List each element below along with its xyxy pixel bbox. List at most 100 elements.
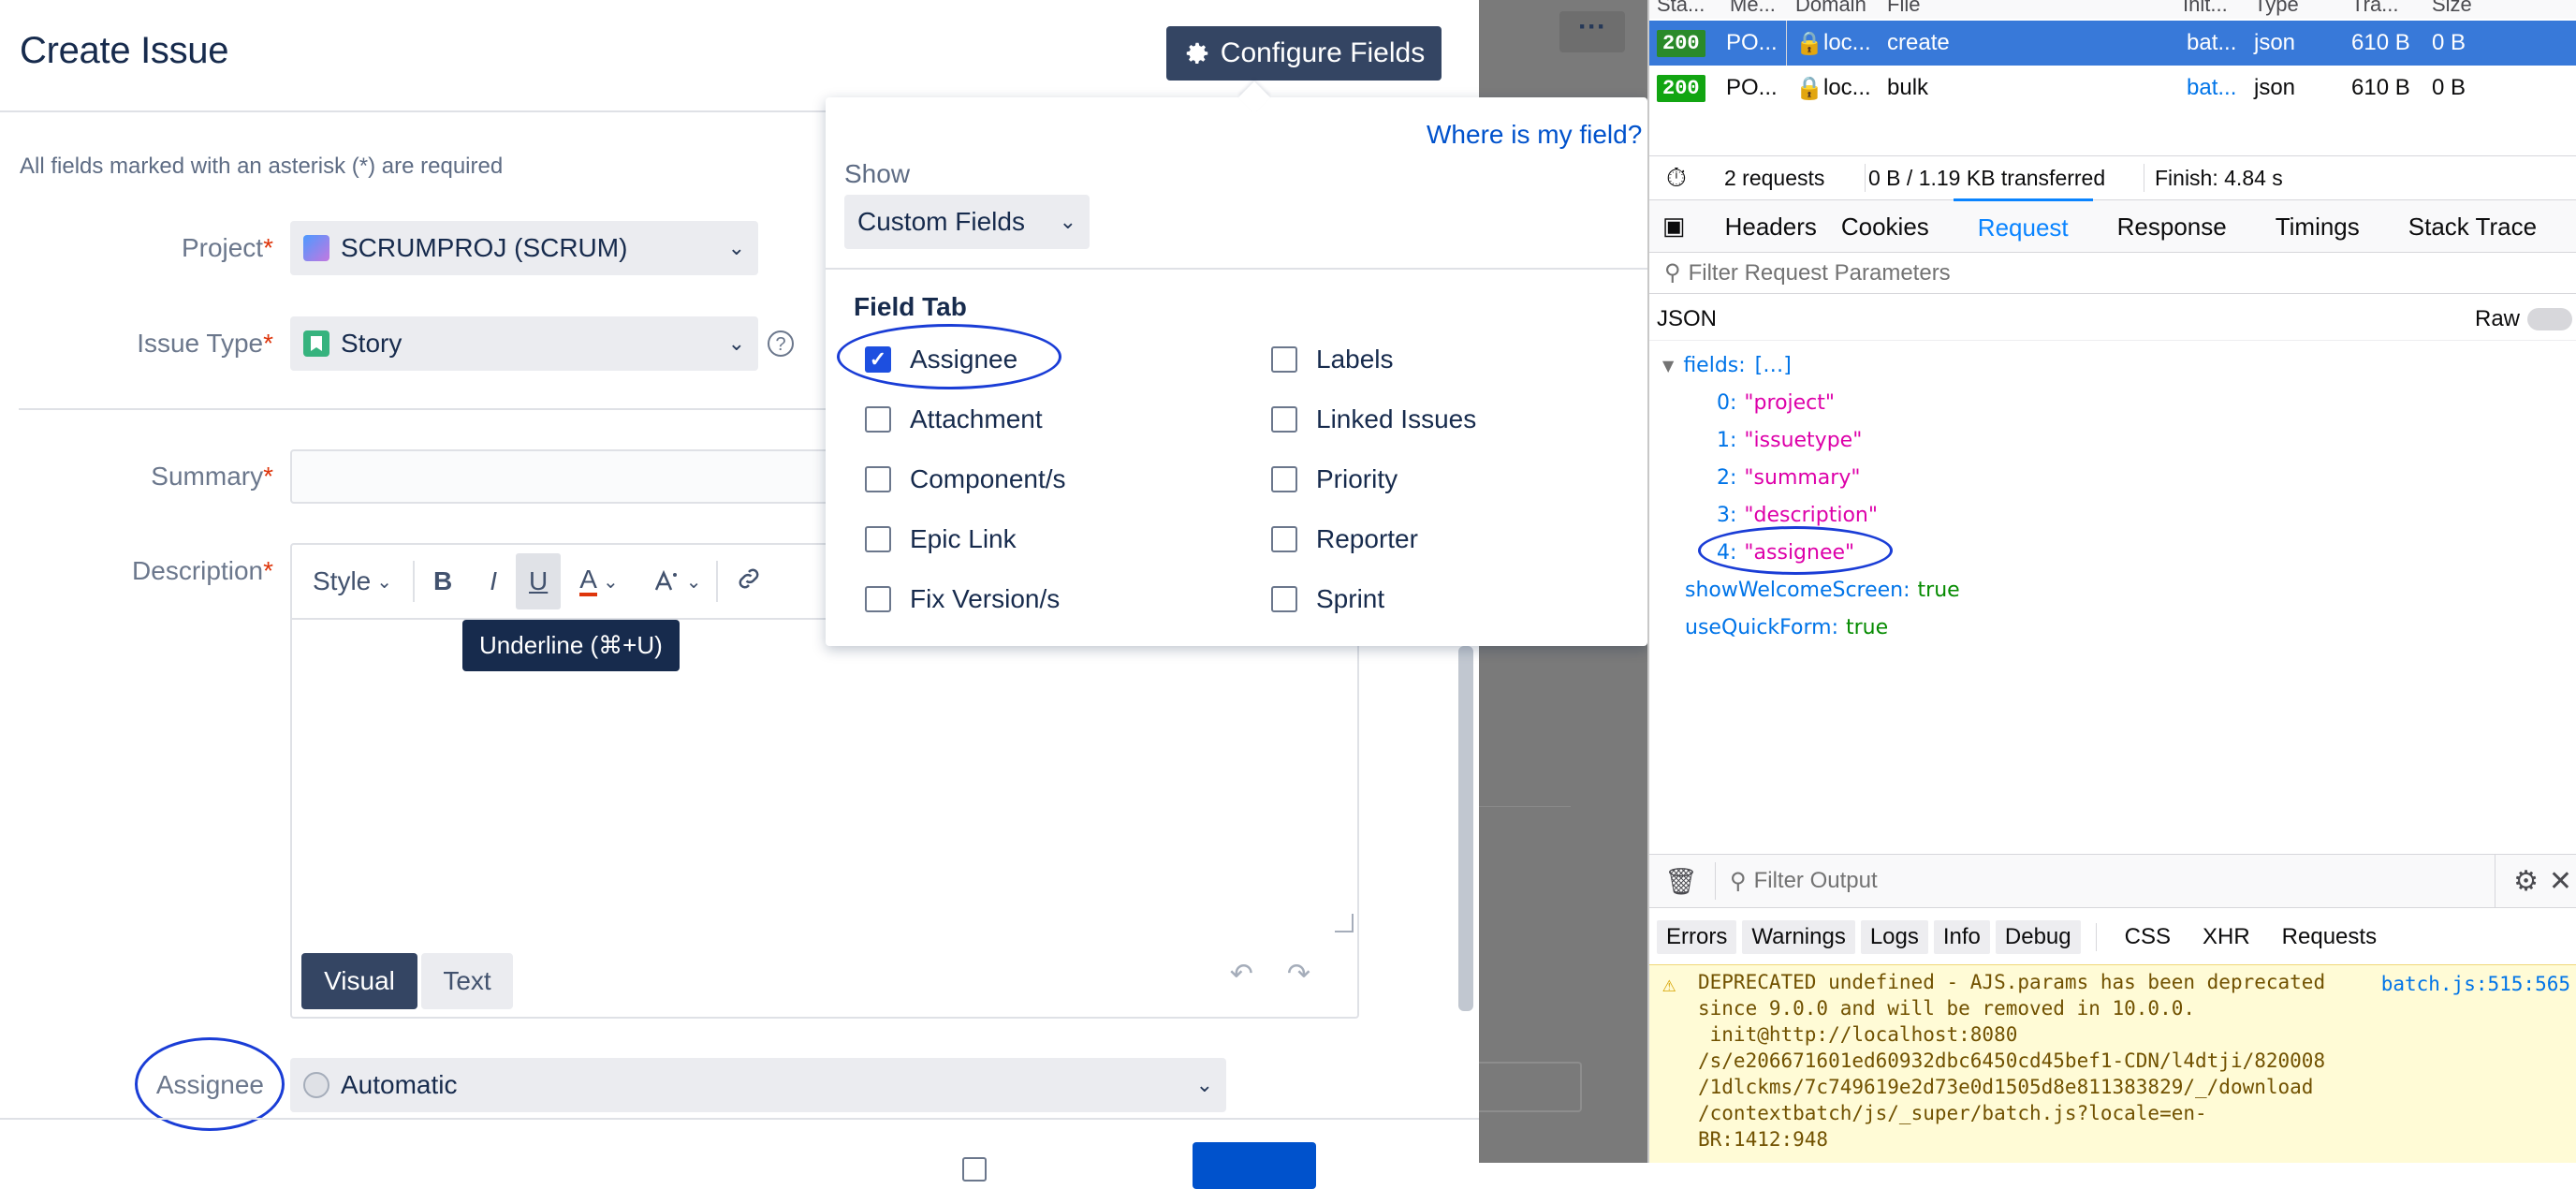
checkbox[interactable] [1271,346,1297,373]
tree-node-fields[interactable]: ▼ fields: […] [1662,346,2561,384]
annotation-circle [135,1037,285,1131]
field-option-linked-issues[interactable]: Linked Issues [1271,389,1476,449]
description-row: Description* [19,545,273,597]
filter-logs[interactable]: Logs [1860,920,1928,954]
issue-type-select[interactable]: Story ⌄ [290,316,758,371]
filter-info[interactable]: Info [1933,920,1990,954]
tree-item[interactable]: 2: "summary" [1717,459,2561,496]
project-value: SCRUMPROJ (SCRUM) [341,233,628,262]
checkbox[interactable] [865,526,891,552]
filter-errors[interactable]: Errors [1657,920,1737,954]
field-option-epic-link[interactable]: Epic Link [865,509,1066,569]
tree-item[interactable]: 0: "project" [1717,384,2561,421]
project-row: Project* [19,221,273,275]
chevron-down-icon: ⌄ [727,236,745,259]
field-tab-heading: Field Tab [854,292,967,321]
field-option-reporter[interactable]: Reporter [1271,509,1476,569]
lock-icon: 🔒 [1795,30,1823,56]
bold-button[interactable]: B [415,566,471,596]
where-is-my-field-link[interactable]: Where is my field? [1427,120,1642,150]
filter-request-params[interactable]: ⚲ Filter Request Parameters [1649,253,2576,294]
details-tabs: ▣ Headers Cookies Request Response Timin… [1649,198,2576,254]
summary-label: Summary* [151,462,273,491]
field-option-attachment[interactable]: Attachment [865,389,1066,449]
chevron-down-icon: ⌄ [1195,1073,1213,1096]
tree-item[interactable]: 3: "description" [1717,496,2561,534]
summary-row: Summary* [19,449,273,504]
field-option-priority[interactable]: Priority [1271,449,1476,509]
create-another-checkbox[interactable] [962,1157,987,1182]
field-option-labels[interactable]: Labels [1271,330,1476,389]
network-request-row[interactable]: 200 PO... 🔒 loc... create bat... json 61… [1649,21,2576,66]
issue-type-value: Story [341,329,402,358]
field-list-right: Labels Linked Issues Priority Reporter S… [1271,330,1476,629]
checkbox[interactable] [1271,526,1297,552]
warning-source-link[interactable]: batch.js:515:565 [2381,971,2570,997]
show-dropdown[interactable]: Custom Fields ⌄ [844,195,1090,249]
resize-handle[interactable] [1335,914,1354,932]
network-summary-bar: ⏱ 2 requests 0 B / 1.19 KB transferred F… [1649,155,2576,200]
filter-output-input[interactable]: ⚲ Filter Output [1730,868,1878,895]
text-tab[interactable]: Text [421,953,513,1009]
dialog-title: Create Issue [20,30,229,71]
console-filters: Errors Warnings Logs Info Debug CSS XHR … [1657,916,2390,959]
filter-css[interactable]: CSS [2112,920,2184,954]
more-icon[interactable]: ··· [1559,11,1625,52]
json-tree: ▼ fields: […] 0: "project" 1: "issuetype" … [1662,346,2561,646]
network-request-row[interactable]: 200 PO... 🔒 loc... bulk bat... json 610 … [1649,66,2576,110]
close-icon[interactable]: ✕ [2549,865,2572,898]
text-format-icon[interactable]: ⌄ [637,569,717,594]
tab-stack-trace[interactable]: Stack Trace [2384,200,2561,253]
redo-icon[interactable]: ↷ [1287,958,1310,991]
tree-item[interactable]: 1: "issuetype" [1717,421,2561,459]
tab-request[interactable]: Request [1953,198,2093,254]
raw-toggle[interactable] [2527,307,2572,330]
visual-tab[interactable]: Visual [301,953,417,1009]
filter-debug[interactable]: Debug [1995,920,2081,954]
checkbox[interactable] [1271,466,1297,492]
gear-icon[interactable]: ⚙ [2513,865,2539,898]
undo-icon[interactable]: ↶ [1230,958,1253,991]
underline-button[interactable]: U [516,553,562,609]
tab-response[interactable]: Response [2093,200,2251,253]
story-icon [303,330,329,357]
configure-fields-button[interactable]: Configure Fields [1166,26,1442,81]
filter-requests[interactable]: Requests [2269,920,2390,954]
scrollbar[interactable] [1458,646,1473,1011]
checkbox[interactable] [865,586,891,612]
checkbox[interactable] [865,406,891,433]
project-select[interactable]: SCRUMPROJ (SCRUM) ⌄ [290,221,758,275]
json-header: JSON Raw [1649,298,2576,341]
link-icon[interactable] [718,565,780,599]
lock-icon: 🔒 [1795,75,1823,101]
tab-cookies[interactable]: Cookies [1841,200,1954,253]
field-option-sprint[interactable]: Sprint [1271,569,1476,629]
underline-tooltip: Underline (⌘+U) [462,620,680,671]
field-option-components[interactable]: Component/s [865,449,1066,509]
tab-timings[interactable]: Timings [2251,200,2384,253]
tree-node-use-quick-form[interactable]: useQuickForm: true [1662,609,2561,646]
style-dropdown[interactable]: Style ⌄ [292,566,413,596]
italic-button[interactable]: I [471,566,516,596]
checkbox[interactable] [865,466,891,492]
network-table-header: Sta... Me... Domain File Init... Type Tr… [1649,0,2576,19]
tree-node-show-welcome[interactable]: showWelcomeScreen: true [1662,571,2561,609]
console-toolbar: 🗑 ⚲ Filter Output ⚙ ✕ [1649,854,2576,908]
filter-xhr[interactable]: XHR [2189,920,2263,954]
field-option-fix-versions[interactable]: Fix Version/s [865,569,1066,629]
text-color-button[interactable]: A ⌄ [561,566,637,596]
popup-divider [826,268,1647,270]
configure-fields-label: Configure Fields [1220,37,1426,68]
show-label: Show [844,159,911,188]
console-warning-message: ⚠ batch.js:515:565 DEPRECATED undefined … [1649,964,2576,1163]
trash-icon[interactable]: 🗑 [1664,866,1698,897]
required-fields-note: All fields marked with an asterisk (*) a… [20,154,504,179]
checkbox[interactable] [1271,586,1297,612]
filter-warnings[interactable]: Warnings [1742,920,1855,954]
panel-toggle-icon[interactable]: ▣ [1649,212,1701,241]
checkbox[interactable] [1271,406,1297,433]
create-button[interactable] [1193,1142,1316,1189]
tab-headers[interactable]: Headers [1701,200,1841,253]
help-icon[interactable]: ? [768,330,794,357]
assignee-select[interactable]: Automatic ⌄ [290,1058,1226,1112]
